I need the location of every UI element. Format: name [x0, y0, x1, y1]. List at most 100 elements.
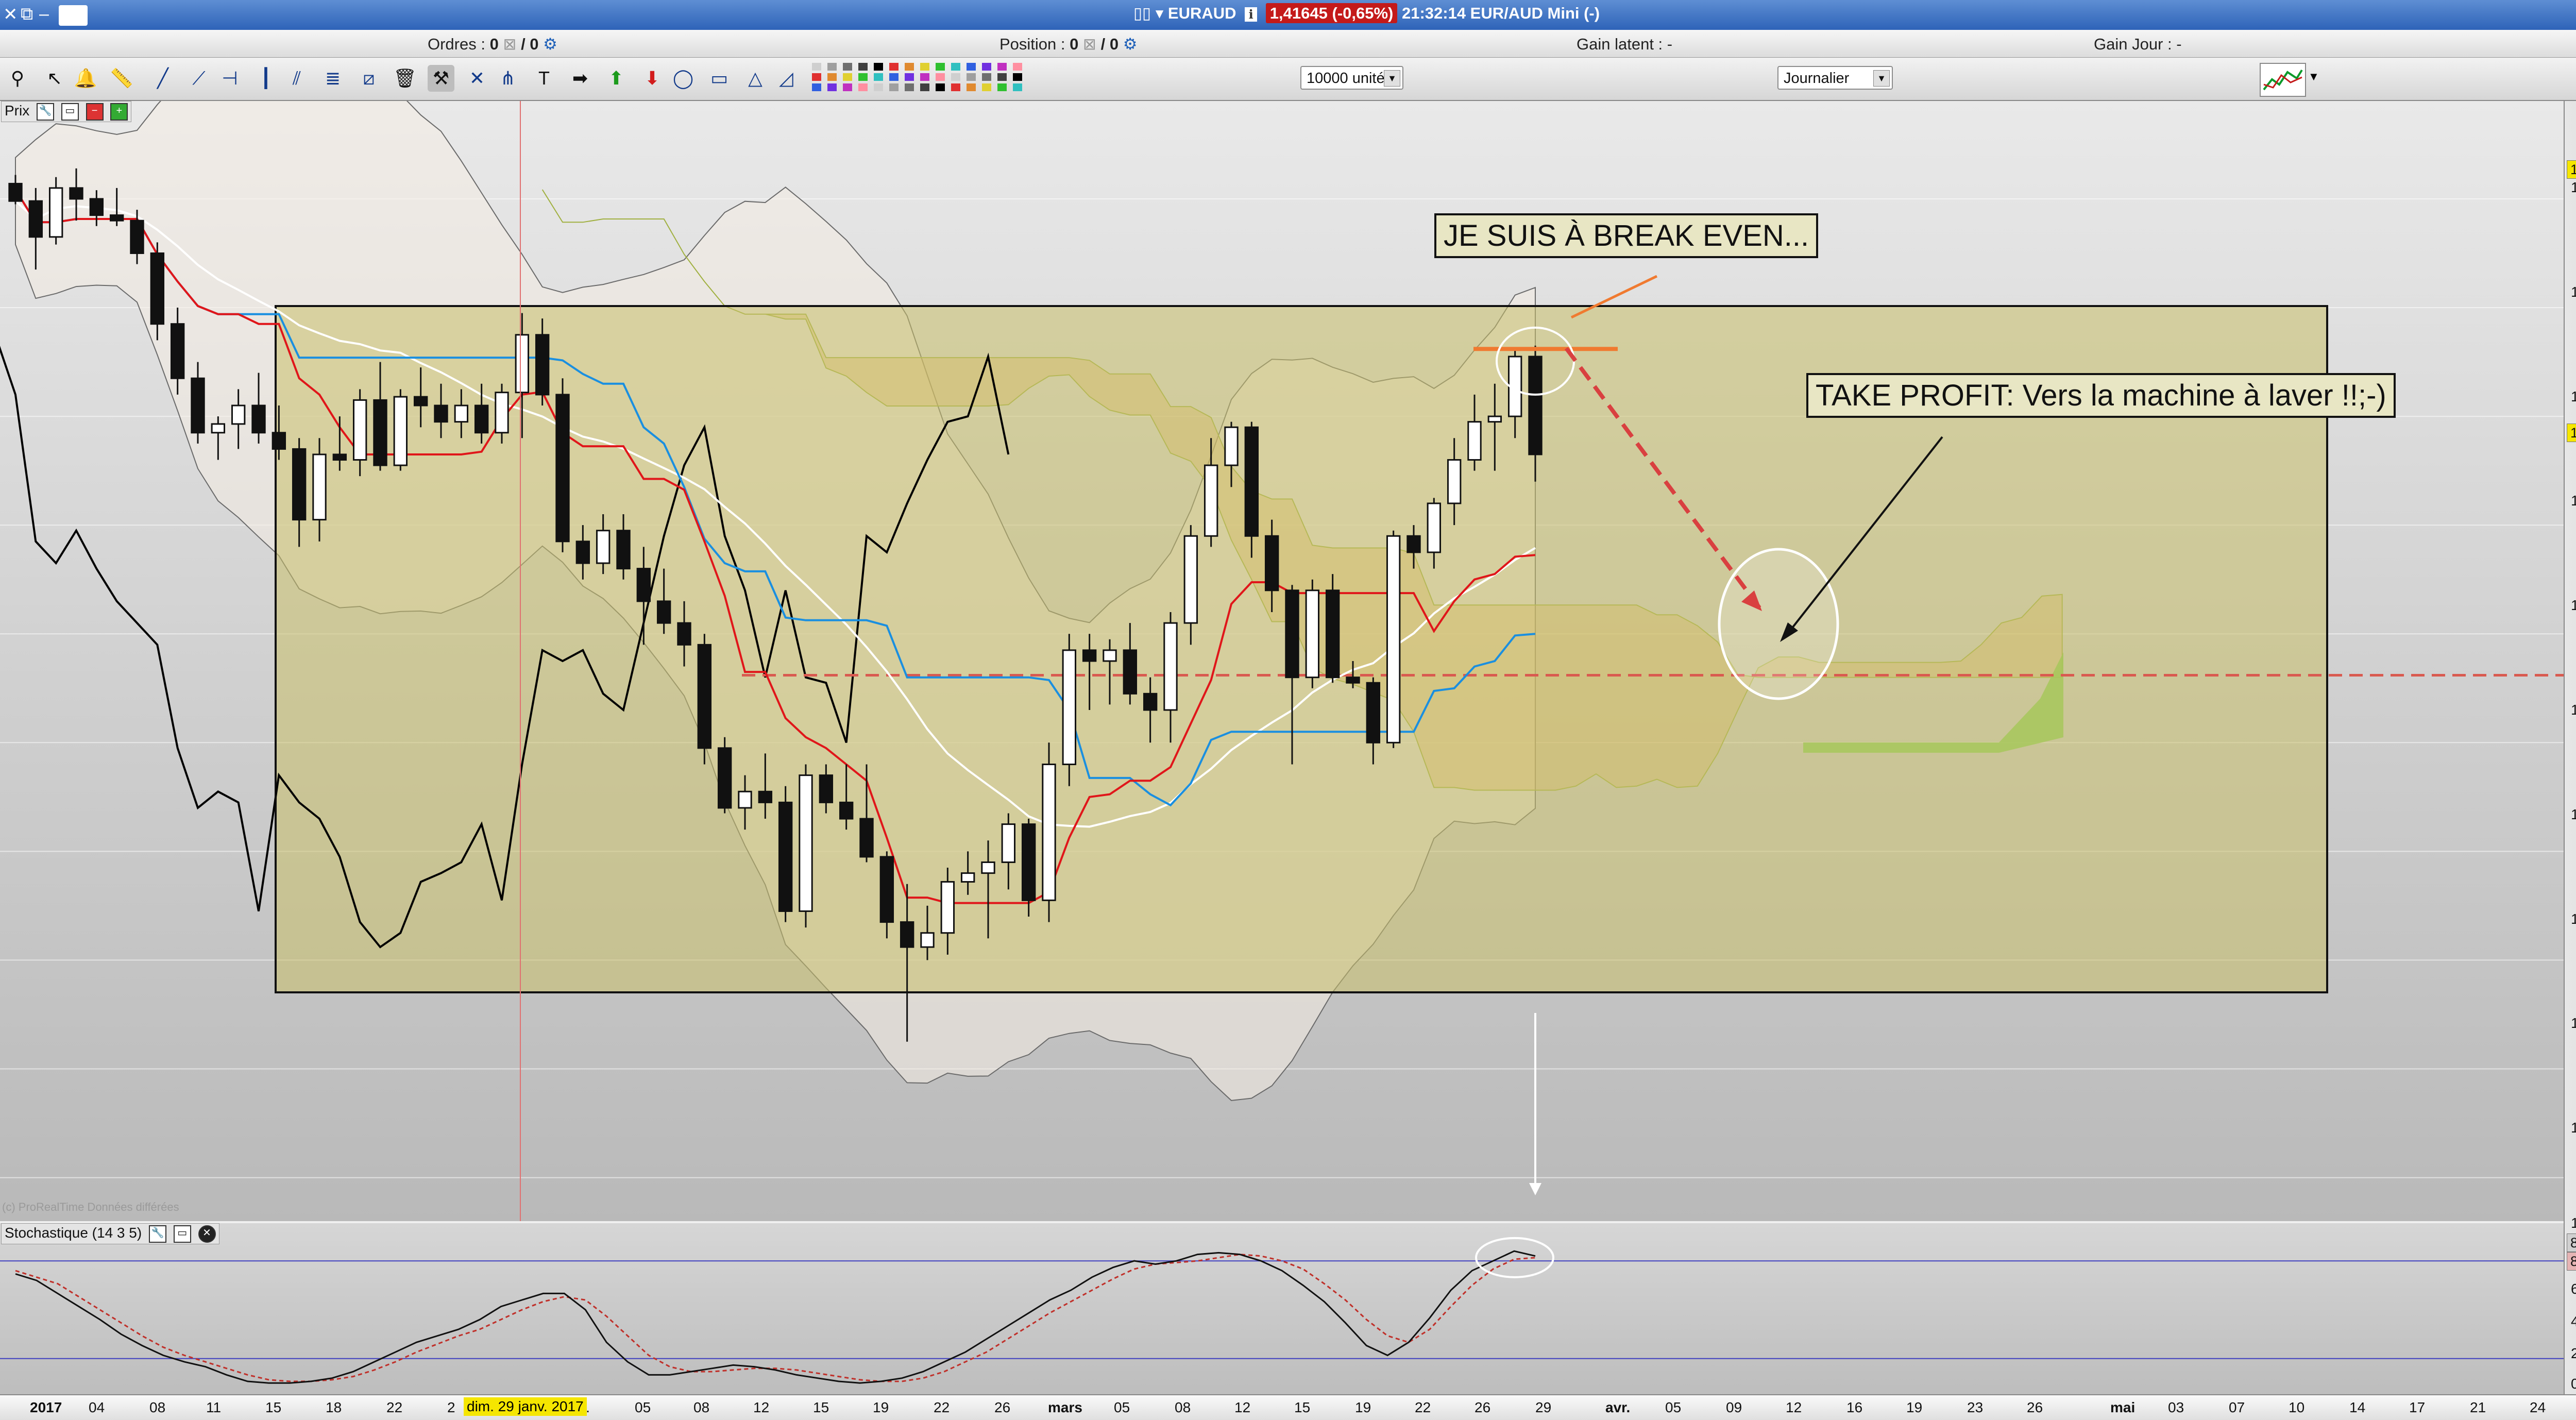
price-chart[interactable]: Prix 🔧 ▭ − + JE SUIS À BREAK EVEN... TAK…	[0, 57, 2564, 1221]
color-swatch[interactable]	[858, 83, 868, 91]
candle[interactable]	[1062, 634, 1077, 786]
add-icon[interactable]: +	[110, 103, 128, 121]
color-swatch[interactable]	[905, 63, 914, 71]
color-swatch[interactable]	[843, 73, 852, 81]
instrument-icon[interactable]: ▯▯	[1133, 4, 1151, 22]
arrow-down-icon[interactable]: ⬇	[639, 65, 666, 92]
color-swatch[interactable]	[905, 73, 914, 81]
period-select[interactable]: Journalier ▼	[1777, 66, 1893, 90]
ruler-icon[interactable]: 📏	[108, 65, 135, 92]
minimize-icon[interactable]: –	[39, 4, 49, 24]
color-swatch[interactable]	[951, 73, 960, 81]
candle[interactable]	[697, 634, 712, 765]
candle[interactable]	[48, 177, 63, 245]
text-tool-icon[interactable]: T	[531, 65, 557, 92]
color-swatch[interactable]	[827, 83, 837, 91]
color-swatch[interactable]	[997, 83, 1007, 91]
candle[interactable]	[778, 786, 793, 922]
cancel-orders-icon[interactable]: ⊠	[503, 35, 516, 53]
color-swatch[interactable]	[951, 63, 960, 71]
color-swatch[interactable]	[827, 63, 837, 71]
color-swatch[interactable]	[812, 73, 821, 81]
candle[interactable]	[1305, 579, 1320, 688]
color-swatch[interactable]	[858, 73, 868, 81]
arrow-right-icon[interactable]: ➡	[567, 65, 594, 92]
ray-tool-icon[interactable]: ⟋	[185, 65, 212, 92]
window-icon[interactable]: ▭	[173, 1225, 191, 1243]
color-swatch[interactable]	[812, 83, 821, 91]
color-swatch[interactable]	[827, 73, 837, 81]
color-swatch[interactable]	[936, 63, 945, 71]
color-swatch[interactable]	[889, 63, 899, 71]
arrow-up-icon[interactable]: ⬆	[603, 65, 630, 92]
color-swatch[interactable]	[967, 83, 976, 91]
trash-icon[interactable]: 🗑	[392, 65, 418, 92]
horizontal-line-icon[interactable]: ⊣	[216, 65, 243, 92]
chart-type-icon[interactable]	[2260, 63, 2306, 97]
rectangle-icon[interactable]: ▭	[706, 65, 733, 92]
price-axis[interactable]: 1,44150 1,41645 1,44 1,43 1,42 1,41 1,4 …	[2564, 101, 2576, 1394]
color-swatch[interactable]	[874, 63, 883, 71]
color-swatch[interactable]	[982, 73, 991, 81]
channel-tool-icon[interactable]: ⫽	[283, 65, 310, 92]
triangle-icon[interactable]: △	[742, 65, 769, 92]
restore-icon[interactable]: ⧉	[21, 4, 33, 24]
stochastic-canvas[interactable]	[0, 1223, 2564, 1396]
zoom-icon[interactable]: ⚲	[4, 65, 31, 92]
color-swatch[interactable]	[889, 73, 899, 81]
wedge-icon[interactable]: ◿	[773, 65, 800, 92]
cross-tool-icon[interactable]: ✕	[464, 65, 490, 92]
color-swatch[interactable]	[920, 83, 929, 91]
fib-fan-icon[interactable]: ⧄	[355, 65, 382, 92]
date-axis[interactable]: 20170408111518222rr.05081215192226mars05…	[0, 1394, 2576, 1420]
color-swatch[interactable]	[874, 83, 883, 91]
candle[interactable]	[555, 378, 570, 552]
color-swatch[interactable]	[982, 83, 991, 91]
candle[interactable]	[1042, 742, 1056, 922]
color-swatch[interactable]	[997, 73, 1007, 81]
annotation-take-profit[interactable]: TAKE PROFIT: Vers la machine à laver !!;…	[1806, 373, 2396, 418]
color-swatch[interactable]	[889, 83, 899, 91]
color-swatch[interactable]	[905, 83, 914, 91]
color-swatch[interactable]	[967, 63, 976, 71]
keyboard-icon[interactable]	[59, 5, 88, 26]
wrench-icon[interactable]: 🔧	[148, 1225, 166, 1243]
close-icon[interactable]: ✕	[198, 1225, 216, 1243]
line-tool-icon[interactable]: ╱	[149, 65, 176, 92]
close-position-icon[interactable]: ⊠	[1083, 35, 1096, 53]
lasso-icon[interactable]: ◯	[670, 65, 697, 92]
units-select[interactable]: 10000 unités ▼	[1300, 66, 1403, 90]
annotation-break-even[interactable]: JE SUIS À BREAK EVEN...	[1434, 213, 1819, 258]
info-icon[interactable]: ℹ	[1245, 7, 1258, 22]
color-swatch[interactable]	[951, 83, 960, 91]
alert-bell-icon[interactable]: 🔔	[72, 65, 99, 92]
candle[interactable]	[717, 737, 732, 814]
pointer-icon[interactable]: ↖	[41, 65, 68, 92]
color-swatch[interactable]	[920, 63, 929, 71]
remove-icon[interactable]: −	[86, 103, 104, 121]
color-swatch[interactable]	[936, 83, 945, 91]
color-swatch[interactable]	[997, 63, 1007, 71]
price-chart-canvas[interactable]	[0, 57, 2564, 1221]
close-icon[interactable]: ✕	[3, 4, 18, 25]
symbol-dropdown[interactable]: ▾ EURAUD	[1156, 4, 1236, 22]
color-swatch[interactable]	[812, 63, 821, 71]
orders-settings-icon[interactable]: ⚙	[543, 35, 557, 53]
color-swatch[interactable]	[843, 63, 852, 71]
fibonacci-icon[interactable]: ≣	[319, 65, 346, 92]
color-swatch[interactable]	[1013, 73, 1022, 81]
stochastic-panel[interactable]: Stochastique (14 3 5) 🔧 ▭ ✕	[0, 1221, 2564, 1396]
color-swatch[interactable]	[920, 73, 929, 81]
candle[interactable]	[1386, 530, 1401, 748]
color-swatch[interactable]	[982, 63, 991, 71]
color-swatch[interactable]	[858, 63, 868, 71]
position-settings-icon[interactable]: ⚙	[1123, 35, 1138, 53]
color-swatch[interactable]	[967, 73, 976, 81]
window-icon[interactable]: ▭	[61, 103, 79, 121]
color-swatch[interactable]	[874, 73, 883, 81]
hammer-tools-icon[interactable]: ⚒	[428, 65, 454, 92]
candle[interactable]	[1325, 574, 1340, 683]
pitchfork-icon[interactable]: ⋔	[495, 65, 521, 92]
color-swatch[interactable]	[843, 83, 852, 91]
color-swatch[interactable]	[1013, 63, 1022, 71]
